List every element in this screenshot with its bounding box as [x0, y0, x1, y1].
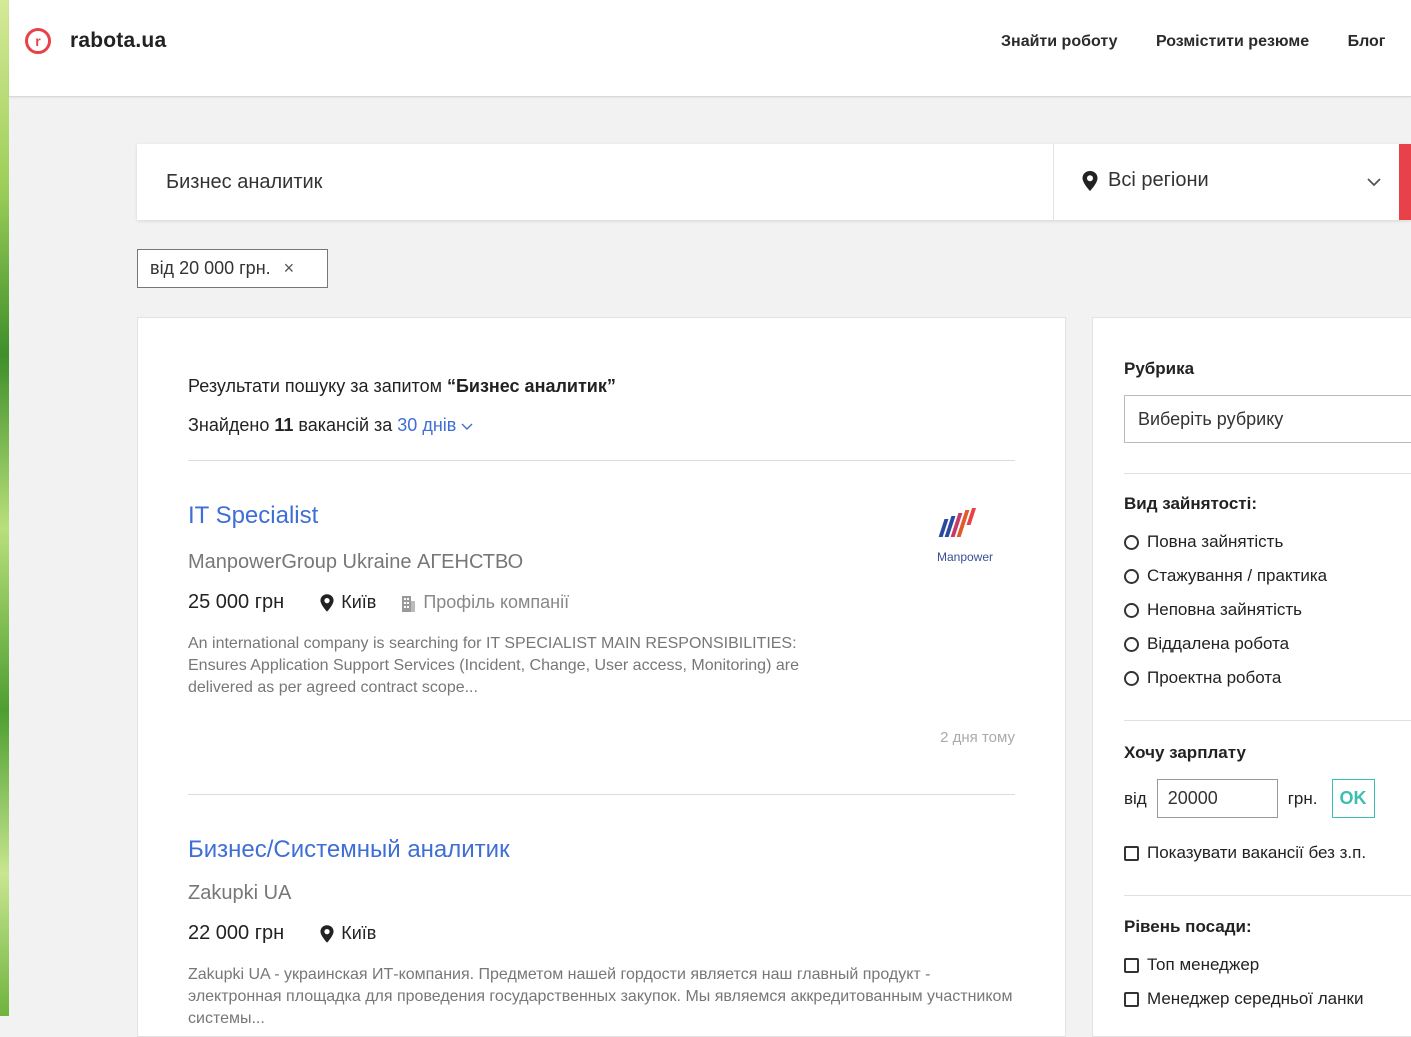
- region-label: Всі регіони: [1108, 169, 1209, 191]
- logo-text: rabota.ua: [70, 29, 167, 52]
- rubric-placeholder: Виберіть рубрику: [1138, 408, 1284, 429]
- svg-text:Manpower: Manpower: [937, 550, 993, 564]
- manpower-logo-icon: Manpower: [937, 508, 993, 564]
- results-count: Знайдено 11 вакансій за 30 днів: [188, 415, 473, 436]
- job-posted-date: 2 дня тому: [940, 729, 1015, 746]
- period-label: 30 днів: [397, 415, 457, 435]
- rubric-label: Рубрика: [1124, 359, 1195, 378]
- level-option-middle-manager[interactable]: Менеджер середньої ланки: [1124, 989, 1363, 1009]
- period-dropdown[interactable]: 30 днів: [397, 415, 473, 435]
- main-nav: Знайти роботу Розмістити резюме Блог: [1001, 33, 1411, 51]
- results-heading: Результати пошуку за запитом “Бизнес ана…: [188, 376, 616, 397]
- region-select[interactable]: Всі регіони: [1082, 169, 1209, 192]
- nav-find-job[interactable]: Знайти роботу: [1001, 33, 1117, 51]
- option-label: Топ менеджер: [1147, 955, 1260, 974]
- logo-r-icon: r: [25, 28, 51, 54]
- job-city-label: Київ: [341, 592, 377, 612]
- option-label: Неповна зайнятість: [1147, 600, 1303, 619]
- search-divider: [1053, 144, 1054, 220]
- employment-option-internship[interactable]: Стажування / практика: [1124, 566, 1327, 586]
- job-company[interactable]: ManpowerGroup Ukraine АГЕНСТВО: [188, 551, 523, 574]
- salary-ok-button[interactable]: OK: [1331, 779, 1375, 818]
- company-logo[interactable]: Manpower: [918, 502, 1016, 580]
- divider: [1124, 895, 1411, 896]
- employment-option-full[interactable]: Повна зайнятість: [1124, 532, 1283, 552]
- job-city-label: Київ: [341, 923, 377, 943]
- salary-row: від грн. OK: [1124, 779, 1375, 818]
- job-city: Київ: [320, 923, 376, 944]
- rubric-select[interactable]: Виберіть рубрику: [1124, 395, 1411, 443]
- job-title-link[interactable]: Бизнес/Системный аналитик: [188, 836, 510, 864]
- job-meta: 25 000 грн Київ Профіль компанії: [188, 591, 569, 614]
- show-without-salary-checkbox[interactable]: Показувати вакансії без з.п.: [1124, 843, 1366, 863]
- employment-option-project[interactable]: Проектна робота: [1124, 668, 1281, 688]
- level-option-top-manager[interactable]: Топ менеджер: [1124, 955, 1259, 975]
- salary-label: Хочу зарплату: [1124, 743, 1246, 762]
- job-city: Київ: [320, 592, 376, 613]
- radio-icon: [1124, 636, 1139, 652]
- results-heading-prefix: Результати пошуку за запитом: [188, 376, 447, 396]
- count-prefix: Знайдено: [188, 415, 275, 435]
- option-label: Віддалена робота: [1147, 634, 1290, 653]
- results-panel: Результати пошуку за запитом “Бизнес ана…: [137, 317, 1066, 1037]
- location-pin-icon: [1082, 170, 1098, 191]
- location-pin-icon: [320, 924, 334, 943]
- divider: [1124, 720, 1411, 721]
- top-header: r rabota.ua Знайти роботу Розмістити рез…: [9, 0, 1411, 97]
- job-company[interactable]: Zakupki UA: [188, 882, 291, 905]
- radio-icon: [1124, 670, 1139, 686]
- checkbox-icon: [1124, 991, 1139, 1007]
- chevron-down-icon: [461, 423, 473, 430]
- option-label: Проектна робота: [1147, 668, 1282, 687]
- left-decorative-strip: [0, 0, 9, 1016]
- checkbox-label: Показувати вакансії без з.п.: [1147, 843, 1367, 862]
- radio-icon: [1124, 602, 1139, 618]
- checkbox-icon: [1124, 845, 1139, 861]
- filters-sidebar: Рубрика Виберіть рубрику Вид зайнятості:…: [1092, 317, 1411, 1037]
- employment-label: Вид зайнятості:: [1124, 494, 1257, 513]
- salary-currency: грн.: [1287, 788, 1318, 808]
- close-icon[interactable]: ×: [284, 258, 295, 279]
- option-label: Повна зайнятість: [1147, 532, 1284, 551]
- radio-icon: [1124, 534, 1139, 550]
- salary-input[interactable]: [1156, 779, 1278, 818]
- salary-from-label: від: [1124, 788, 1147, 808]
- building-icon: [402, 595, 416, 612]
- results-heading-query: “Бизнес аналитик”: [446, 376, 616, 396]
- job-salary: 22 000 грн: [188, 922, 285, 944]
- search-input[interactable]: [137, 144, 1053, 220]
- nav-blog[interactable]: Блог: [1348, 33, 1386, 51]
- site-logo[interactable]: r rabota.ua: [25, 28, 166, 54]
- search-button[interactable]: [1399, 144, 1411, 220]
- divider: [1124, 473, 1411, 474]
- chevron-down-icon[interactable]: [1367, 172, 1381, 192]
- option-label: Стажування / практика: [1147, 566, 1328, 585]
- chip-label: від 20 000 грн.: [150, 258, 271, 278]
- count-value: 11: [274, 415, 294, 435]
- divider: [188, 460, 1015, 461]
- location-pin-icon: [320, 593, 334, 612]
- job-meta: 22 000 грн Київ: [188, 922, 400, 945]
- nav-post-resume[interactable]: Розмістити резюме: [1156, 33, 1309, 51]
- employment-option-remote[interactable]: Віддалена робота: [1124, 634, 1289, 654]
- option-label: Менеджер середньої ланки: [1147, 989, 1364, 1008]
- job-description: Zakupki UA - украинская ИТ-компания. Пре…: [188, 966, 1013, 1027]
- job-salary: 25 000 грн: [188, 591, 285, 613]
- search-bar: Всі регіони: [137, 144, 1411, 220]
- company-profile-label: Профіль компанії: [423, 592, 570, 612]
- radio-icon: [1124, 568, 1139, 584]
- job-description: An international company is searching fo…: [188, 635, 799, 696]
- company-profile-link[interactable]: Профіль компанії: [400, 592, 569, 613]
- checkbox-icon: [1124, 957, 1139, 973]
- job-title-link[interactable]: IT Specialist: [188, 502, 318, 530]
- divider: [188, 794, 1015, 795]
- level-label: Рівень посади:: [1124, 917, 1252, 936]
- count-suffix: вакансій за: [293, 415, 398, 435]
- employment-option-part-time[interactable]: Неповна зайнятість: [1124, 600, 1302, 620]
- salary-filter-chip: від 20 000 грн. ×: [137, 249, 328, 288]
